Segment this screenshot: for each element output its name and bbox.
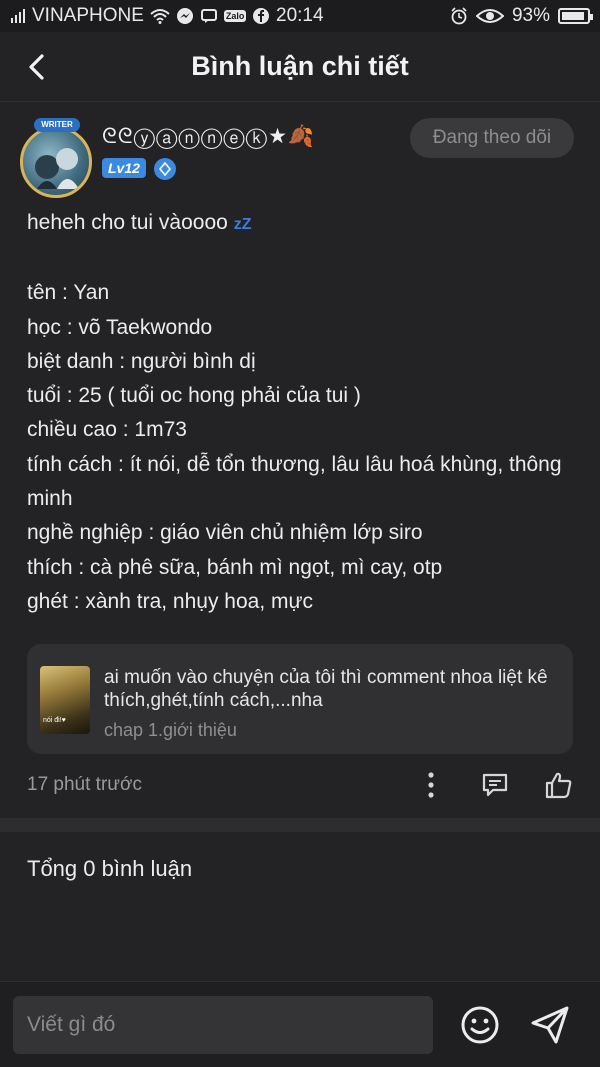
status-bar: VINAPHONE Zalo 20:14 93% xyxy=(0,0,600,32)
post-line xyxy=(27,242,580,276)
post-line: chiều cao : 1m73 xyxy=(27,418,187,442)
eye-icon xyxy=(475,8,504,24)
battery-percent: 93% xyxy=(511,5,550,26)
following-button[interactable]: Đang theo dõi xyxy=(410,118,574,158)
post-line: học : võ Taekwondo xyxy=(27,315,213,339)
section-divider xyxy=(0,818,600,832)
post-line: tính cách : ít nói, dễ tổn thương, lâu l… xyxy=(27,452,562,511)
avatar[interactable] xyxy=(20,126,92,198)
comment-button[interactable] xyxy=(480,770,510,800)
chevron-left-icon xyxy=(29,54,44,80)
signal-icon xyxy=(10,8,26,24)
post-line: biệt danh : người bình dị xyxy=(27,349,256,373)
messenger-icon xyxy=(176,7,194,25)
thumbs-up-icon xyxy=(545,772,572,799)
post-line: thích : cà phê sữa, bánh mì ngọt, mì cay… xyxy=(27,555,443,579)
send-icon xyxy=(531,1006,569,1044)
comment-input[interactable] xyxy=(13,996,433,1054)
more-vertical-icon xyxy=(428,772,434,798)
author-name[interactable]: ᘓᘓⓨⓐⓝⓝⓔⓚ★🍂 xyxy=(102,124,315,149)
level-badge: Lv12 xyxy=(102,158,146,178)
comments-total: Tổng 0 bình luận xyxy=(27,856,193,881)
sleep-icon: zZ xyxy=(233,216,252,233)
avatar-illustration xyxy=(35,148,79,189)
app-header: Bình luận chi tiết xyxy=(0,32,600,102)
back-button[interactable] xyxy=(22,52,52,82)
smiley-icon xyxy=(461,1006,499,1044)
post-meta: 17 phút trước xyxy=(27,770,574,800)
like-button[interactable] xyxy=(544,770,574,800)
post-line: tuổi : 25 ( tuổi oc hong phải của tui ) xyxy=(27,384,361,408)
post-line: ghét : xành tra, nhụy hoa, mực xyxy=(27,589,314,613)
post-time: 17 phút trước xyxy=(27,774,142,795)
wifi-icon xyxy=(150,8,170,24)
emoji-button[interactable] xyxy=(459,1004,501,1046)
post-line: tên : Yan xyxy=(27,281,110,305)
status-time: 20:14 xyxy=(276,5,324,26)
comment-composer xyxy=(0,981,600,1067)
comment-icon xyxy=(482,773,508,797)
post-line: nghề nghiệp : giáo viên chủ nhiệm lớp si… xyxy=(27,521,423,545)
chapter-description: ai muốn vào chuyện của tôi thì comment n… xyxy=(104,667,548,711)
alarm-icon xyxy=(450,7,468,25)
post-author: WRITER ᘓᘓⓨⓐⓝⓝⓔⓚ★🍂 Lv12 Đang theo dõi xyxy=(20,118,574,198)
more-options-button[interactable] xyxy=(416,770,446,800)
post-line: heheh cho tui vàoooo zZ xyxy=(27,211,252,234)
battery-icon xyxy=(558,8,593,24)
post-content: heheh cho tui vàoooo zZ tên : Yan học : … xyxy=(27,206,580,619)
send-button[interactable] xyxy=(528,1004,572,1046)
chapter-title: chap 1.giới thiệu xyxy=(104,720,237,740)
facebook-icon xyxy=(252,7,270,25)
linked-chapter-card[interactable]: nói đi!♥ ai muốn vào chuyện của tôi thì … xyxy=(27,644,573,754)
chat-icon xyxy=(200,7,218,25)
writer-badge: WRITER xyxy=(34,118,80,132)
battery-fill xyxy=(562,12,584,20)
chapter-thumbnail: nói đi!♥ xyxy=(40,666,90,734)
page-title: Bình luận chi tiết xyxy=(191,51,409,81)
diamond-badge-icon xyxy=(154,158,176,180)
carrier-name: VINAPHONE xyxy=(32,5,144,26)
thumbnail-caption: nói đi!♥ xyxy=(43,717,66,724)
zalo-icon: Zalo xyxy=(223,10,247,22)
